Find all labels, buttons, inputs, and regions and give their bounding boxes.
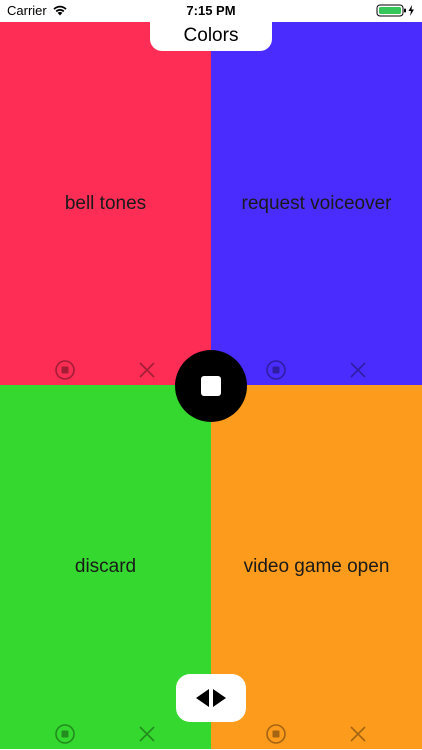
battery-icon	[376, 4, 414, 17]
close-icon[interactable]	[347, 359, 369, 381]
record-icon[interactable]	[265, 359, 287, 381]
charging-bolt-icon	[408, 5, 414, 16]
swap-arrows-icon	[196, 689, 226, 707]
status-bar: Carrier 7:15 PM	[0, 0, 422, 22]
status-time: 7:15 PM	[186, 3, 236, 18]
quadrant-label: bell tones	[64, 193, 147, 214]
quadrant-request-voiceover[interactable]: request voiceover	[211, 21, 422, 385]
swap-button[interactable]	[176, 674, 246, 722]
close-icon[interactable]	[347, 723, 369, 745]
record-icon[interactable]	[54, 359, 76, 381]
title-tab: Colors	[150, 21, 272, 51]
screen: Carrier 7:15 PM bell tones request voice…	[0, 0, 422, 750]
close-icon[interactable]	[136, 359, 158, 381]
quadrant-bell-tones[interactable]: bell tones	[0, 21, 211, 385]
stop-button[interactable]	[175, 350, 247, 422]
quadrant-label: discard	[74, 556, 137, 577]
record-icon[interactable]	[54, 723, 76, 745]
stop-icon	[201, 376, 221, 396]
page-title: Colors	[183, 25, 239, 46]
close-icon[interactable]	[136, 723, 158, 745]
quadrant-label: request voiceover	[241, 193, 392, 214]
quadrant-label: video game open	[243, 556, 390, 577]
record-icon[interactable]	[265, 723, 287, 745]
